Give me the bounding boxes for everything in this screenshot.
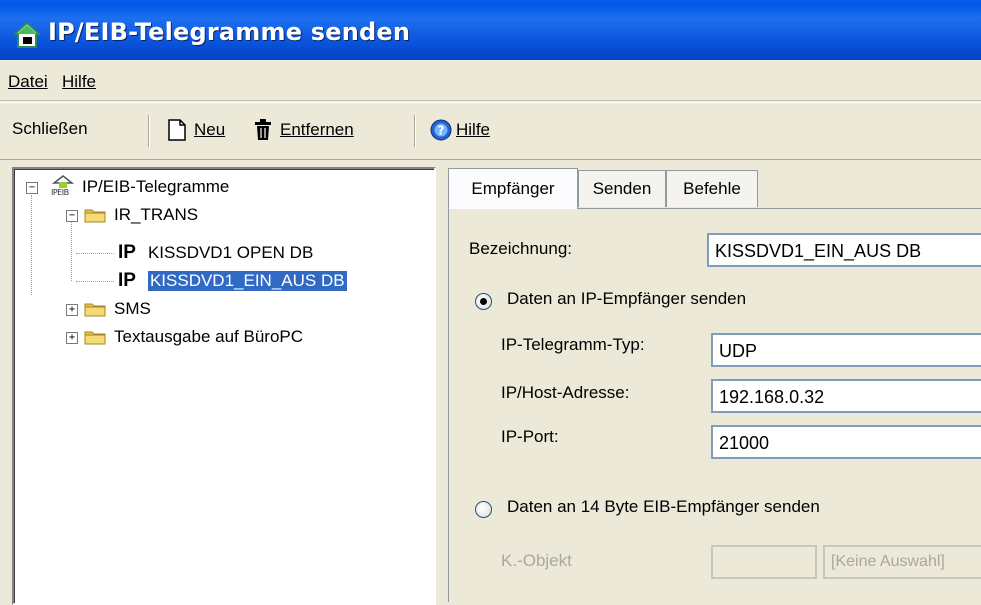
tab-befehle-label: Befehle bbox=[683, 179, 741, 198]
new-button-label: Neu bbox=[194, 120, 226, 139]
help-button[interactable]: ? Hilfe bbox=[430, 119, 490, 141]
ipeib-icon-text: IPEIB bbox=[51, 188, 69, 197]
tree-group-sms[interactable]: SMS bbox=[84, 297, 151, 321]
tree-connector bbox=[31, 195, 32, 295]
tree-connector bbox=[76, 281, 114, 282]
ir-trans-collapse-toggle[interactable]: − bbox=[66, 210, 78, 222]
radio-eib-receiver-label: Daten an 14 Byte EIB-Empfänger senden bbox=[507, 497, 820, 516]
radio-eib-receiver[interactable] bbox=[475, 501, 492, 518]
tree-group-ir-trans-label: IR_TRANS bbox=[114, 205, 199, 224]
toolbar-separator bbox=[414, 115, 416, 147]
ip-port-input[interactable]: 21000 bbox=[711, 425, 981, 459]
folder-open-icon bbox=[84, 209, 106, 223]
radio-ip-receiver-label: Daten an IP-Empfänger senden bbox=[507, 289, 747, 308]
tree-group-textausgabe-label: Textausgabe auf BüroPC bbox=[114, 327, 304, 346]
tree-group-ir-trans[interactable]: IR_TRANS bbox=[84, 203, 198, 227]
ip-host-label: IP/Host-Adresse: bbox=[501, 383, 630, 402]
ipeib-icon: IPEIB bbox=[50, 175, 76, 199]
folder-icon bbox=[84, 303, 106, 317]
tree-group-textausgabe[interactable]: Textausgabe auf BüroPC bbox=[84, 325, 303, 349]
telegram-tree[interactable]: − IPEIB IP/EIB-Telegramme − IR_TRANS IP … bbox=[12, 167, 436, 605]
folder-icon bbox=[84, 331, 106, 345]
toolbar: Schließen Neu Entfernen ? Hilfe bbox=[0, 102, 981, 160]
ip-item-icon: IP bbox=[118, 242, 136, 263]
tree-root-label: IP/EIB-Telegramme bbox=[82, 177, 230, 196]
close-button[interactable]: Schließen bbox=[12, 119, 88, 139]
name-label: Bezeichnung: bbox=[469, 239, 573, 258]
tree-root[interactable]: IPEIB IP/EIB-Telegramme bbox=[50, 175, 229, 199]
menu-datei[interactable]: Datei bbox=[8, 72, 48, 92]
ip-host-input[interactable]: 192.168.0.32 bbox=[711, 379, 981, 413]
ip-type-label: IP-Telegramm-Typ: bbox=[501, 335, 645, 354]
tree-connector bbox=[71, 221, 72, 281]
tab-senden[interactable]: Senden bbox=[578, 170, 666, 207]
tab-befehle[interactable]: Befehle bbox=[666, 170, 758, 207]
tab-senden-label: Senden bbox=[592, 179, 652, 198]
kobj-selection-field[interactable]: [Keine Auswahl] bbox=[823, 545, 981, 579]
help-button-label: Hilfe bbox=[456, 120, 491, 139]
kobj-label: K.-Objekt bbox=[501, 551, 572, 570]
menu-hilfe[interactable]: Hilfe bbox=[62, 72, 96, 92]
tree-item-kissdvd1-ein-aus[interactable]: IP KISSDVD1_EIN_AUS DB bbox=[118, 269, 347, 293]
menu-datei-label: Datei bbox=[8, 72, 48, 91]
textausgabe-expand-toggle[interactable]: + bbox=[66, 332, 78, 344]
window-title: IP/EIB-Telegramme senden bbox=[48, 18, 411, 46]
tab-empfaenger[interactable]: Empfänger bbox=[448, 168, 578, 209]
tree-connector bbox=[76, 253, 114, 254]
sms-expand-toggle[interactable]: + bbox=[66, 304, 78, 316]
tree-item-kissdvd1-open[interactable]: IP KISSDVD1 OPEN DB bbox=[118, 241, 313, 265]
menu-hilfe-label: Hilfe bbox=[62, 72, 97, 91]
kobj-input[interactable] bbox=[711, 545, 817, 579]
help-icon: ? bbox=[430, 119, 452, 141]
new-button[interactable]: Neu bbox=[168, 119, 225, 141]
menu-bar: Datei Hilfe bbox=[0, 64, 981, 101]
tree-item-label: KISSDVD1 OPEN DB bbox=[147, 243, 314, 262]
svg-text:?: ? bbox=[438, 124, 445, 138]
tree-group-sms-label: SMS bbox=[114, 299, 151, 318]
root-collapse-toggle[interactable]: − bbox=[26, 182, 38, 194]
ip-type-select[interactable]: UDP bbox=[711, 333, 981, 367]
new-document-icon bbox=[168, 119, 186, 141]
ip-item-icon: IP bbox=[118, 270, 136, 291]
tree-item-label-selected: KISSDVD1_EIN_AUS DB bbox=[147, 271, 347, 291]
title-bar[interactable]: IP/EIB-Telegramme senden bbox=[0, 0, 981, 60]
tab-empfaenger-label: Empfänger bbox=[471, 179, 555, 198]
remove-button[interactable]: Entfernen bbox=[254, 119, 354, 141]
empfaenger-panel: Bezeichnung: KISSDVD1_EIN_AUS DB Daten a… bbox=[448, 208, 981, 602]
home-icon bbox=[14, 22, 40, 48]
toolbar-separator bbox=[148, 115, 150, 147]
name-input[interactable]: KISSDVD1_EIN_AUS DB bbox=[707, 233, 981, 267]
ip-port-label: IP-Port: bbox=[501, 427, 559, 446]
close-button-label: Schließen bbox=[12, 119, 88, 138]
trash-icon bbox=[255, 119, 271, 140]
radio-ip-receiver[interactable] bbox=[475, 293, 492, 310]
remove-button-label: Entfernen bbox=[280, 120, 354, 139]
